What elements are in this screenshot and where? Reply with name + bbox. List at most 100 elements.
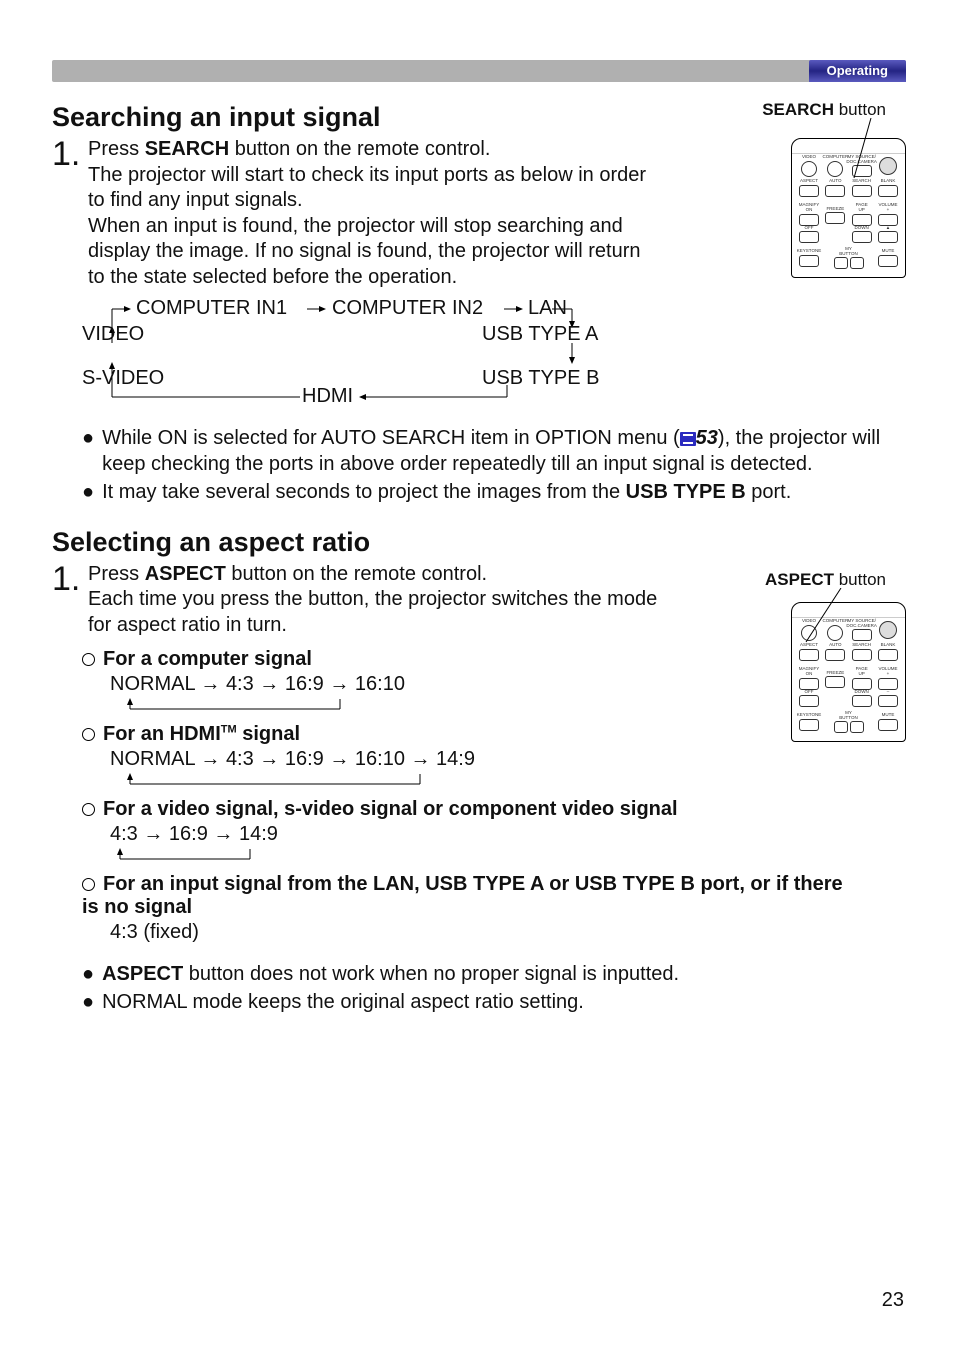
btn-mysource2: [852, 629, 872, 641]
s1-bullet1: ● While ON is selected for AUTO SEARCH i…: [82, 425, 906, 477]
rl-video: VIDEO: [802, 155, 816, 160]
s2-sub1-head: For a computer signal: [82, 648, 906, 671]
s1-step: 1. Press SEARCH button on the remote con…: [52, 137, 906, 291]
s2-sub3-head-text: For a video signal, s-video signal or co…: [103, 798, 678, 820]
signal-flow-diagram: COMPUTER IN1 COMPUTER IN2 LAN VIDEO USB …: [82, 297, 906, 417]
s2-bullets: ● ASPECT button does not work when no pr…: [82, 961, 906, 1015]
s2-sub2-loop: [110, 772, 906, 788]
btn-my2: [850, 257, 864, 269]
book-icon: [680, 432, 696, 446]
rl-mybutton: MY BUTTON: [837, 247, 861, 256]
s1-para: The projector will start to check its in…: [88, 164, 646, 288]
s2-caption-rest: button: [834, 570, 886, 589]
s2-bullet2: ● NORMAL mode keeps the original aspect …: [82, 989, 906, 1015]
s2-sub4-head: For an input signal from the LAN, USB TY…: [82, 873, 862, 919]
s1-b2c: port.: [746, 481, 792, 503]
s2-l1a: Press: [88, 563, 145, 585]
rl-plus: +: [887, 208, 890, 213]
s2-sub2-head-a: For an HDMI: [103, 723, 221, 745]
flow-lan: LAN: [528, 297, 567, 320]
remote-illustration-2: VIDEO COMPUTER MY SOURCE/ DOC.CAMERA ASP…: [791, 602, 906, 742]
btn-power2: [879, 621, 897, 639]
s2-b1b: button does not work when no proper sign…: [183, 963, 679, 985]
rl-tri: ▲: [886, 226, 890, 231]
flow-usba: USB TYPE A: [482, 323, 598, 346]
btn-my1: [834, 257, 848, 269]
rl-keystone: KEYSTONE: [797, 249, 821, 254]
rl-down: DOWN: [855, 226, 869, 231]
s1-step-num: 1.: [52, 137, 82, 171]
btn-power: [879, 157, 897, 175]
rl-aspect: ASPECT: [800, 179, 818, 184]
btn-video: [801, 161, 817, 177]
btn-mute: [878, 255, 898, 267]
s1-caption-rest: button: [834, 100, 886, 119]
s2-b1a: ASPECT: [102, 963, 183, 985]
s1-l1b: SEARCH: [145, 138, 229, 160]
bullet-dot: ●: [82, 961, 94, 987]
s1-caption: SEARCH button: [762, 100, 886, 120]
s1-bullets: ● While ON is selected for AUTO SEARCH i…: [82, 425, 906, 505]
s2-sub3-loop: [110, 847, 906, 863]
rl-on: ON: [806, 208, 813, 213]
s2-sub1-modes: NORMAL → 4:3 → 16:9 → 16:10: [110, 671, 906, 697]
bullet-dot: ●: [82, 479, 94, 505]
flow-video: VIDEO: [82, 323, 144, 346]
flow-usbb: USB TYPE B: [482, 367, 599, 390]
s2-sub3-modes: 4:3 → 16:9 → 14:9: [110, 821, 906, 847]
s2-sub2-head: For an HDMITM signal: [82, 723, 906, 746]
s2-bullet1: ● ASPECT button does not work when no pr…: [82, 961, 906, 987]
rl-mute: MUTE: [882, 249, 895, 254]
s2-para: Each time you press the button, the proj…: [88, 588, 657, 636]
btn-page-down: [852, 231, 872, 243]
s2-sub1-head-text: For a computer signal: [103, 648, 312, 670]
s2-title: Selecting an aspect ratio: [52, 527, 906, 558]
pointer-line-1: [841, 118, 881, 188]
flow-cin1: COMPUTER IN1: [136, 297, 287, 320]
tm-mark: TM: [221, 724, 237, 736]
s2-sub4-modes: 4:3 (fixed): [110, 919, 906, 945]
rl-auto: AUTO: [829, 179, 841, 184]
s1-b2a: It may take several seconds to project t…: [102, 481, 626, 503]
s2-sub2-modes: NORMAL → 4:3 → 16:9 → 16:10 → 14:9: [110, 746, 906, 772]
bullet-dot: ●: [82, 989, 94, 1015]
s2-caption: ASPECT button: [765, 570, 886, 590]
s1-l1c: button on the remote control.: [229, 138, 490, 160]
section-tag: Operating: [809, 60, 906, 82]
s1-b1a: While ON is selected for AUTO SEARCH ite…: [102, 427, 680, 449]
s1-bullet2-text: It may take several seconds to project t…: [102, 479, 791, 505]
btn-mag-off: [799, 231, 819, 243]
s2-sub4-head-text: For an input signal from the LAN, USB TY…: [82, 873, 843, 918]
btn-blank2: [878, 649, 898, 661]
flow-svideo: S-VIDEO: [82, 367, 164, 390]
pointer-line-2: [791, 588, 851, 648]
btn-vol-up: [878, 214, 898, 226]
s2-step-num: 1.: [52, 562, 82, 596]
btn-mag-on: [799, 214, 819, 226]
btn-page-up: [852, 214, 872, 226]
s1-step-body: Press SEARCH button on the remote contro…: [88, 137, 658, 291]
remote-illustration-1: VIDEO COMPUTER MY SOURCE/ DOC.CAMERA ASP…: [791, 138, 906, 278]
s2-caption-bold: ASPECT: [765, 570, 834, 589]
s1-bullet2: ● It may take several seconds to project…: [82, 479, 906, 505]
s2-step-body: Press ASPECT button on the remote contro…: [88, 562, 658, 639]
rl-up: UP: [859, 208, 865, 213]
header-bar: Operating: [52, 60, 906, 82]
s2-bullet1-text: ASPECT button does not work when no prop…: [102, 961, 679, 987]
s2-l1c: button on the remote control.: [226, 563, 487, 585]
s2-sub3-head: For a video signal, s-video signal or co…: [82, 798, 842, 821]
s1-b2b: USB TYPE B: [626, 481, 746, 503]
btn-vol-dn: [878, 231, 898, 243]
btn-keystone: [799, 255, 819, 267]
btn-auto2: [825, 649, 845, 661]
rl-blank: BLANK: [881, 179, 896, 184]
s1-bullet1-text: While ON is selected for AUTO SEARCH ite…: [102, 425, 906, 477]
s2-l1b: ASPECT: [145, 563, 226, 585]
bullet-dot: ●: [82, 425, 94, 477]
btn-aspect: [799, 185, 819, 197]
s1-caption-bold: SEARCH: [762, 100, 834, 119]
btn-aspect2: [799, 649, 819, 661]
rl-freeze: FREEZE: [826, 207, 844, 212]
page-number: 23: [882, 1289, 904, 1312]
s2-bullet2-text: NORMAL mode keeps the original aspect ra…: [102, 989, 584, 1015]
